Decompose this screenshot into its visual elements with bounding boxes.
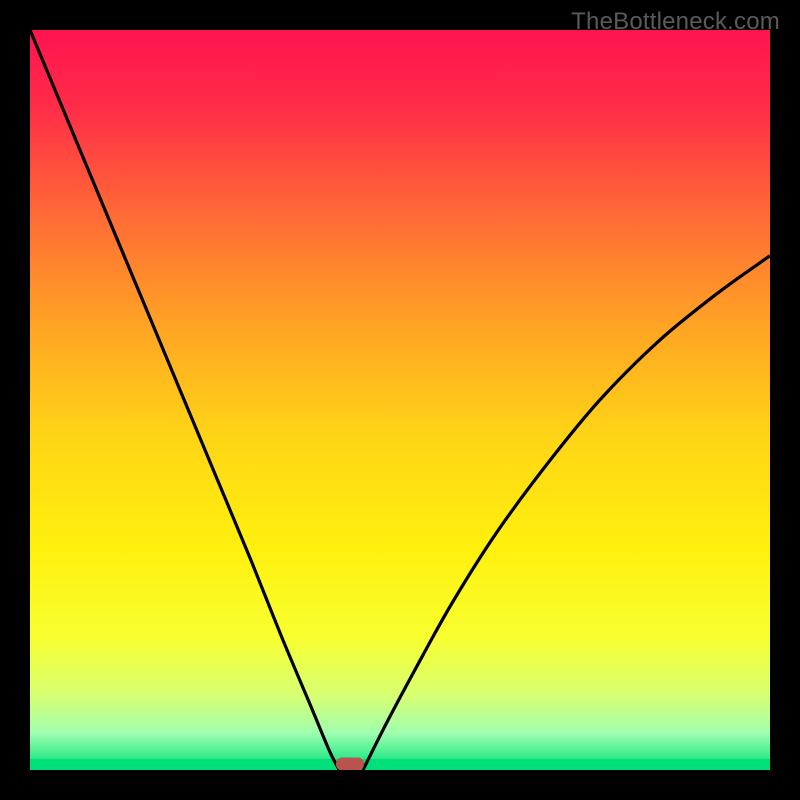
plot-area bbox=[30, 30, 770, 770]
curve-left bbox=[30, 30, 339, 770]
watermark-text: TheBottleneck.com bbox=[571, 8, 780, 36]
curve-overlay bbox=[30, 30, 770, 770]
curve-right bbox=[363, 256, 770, 770]
match-marker bbox=[336, 758, 364, 770]
